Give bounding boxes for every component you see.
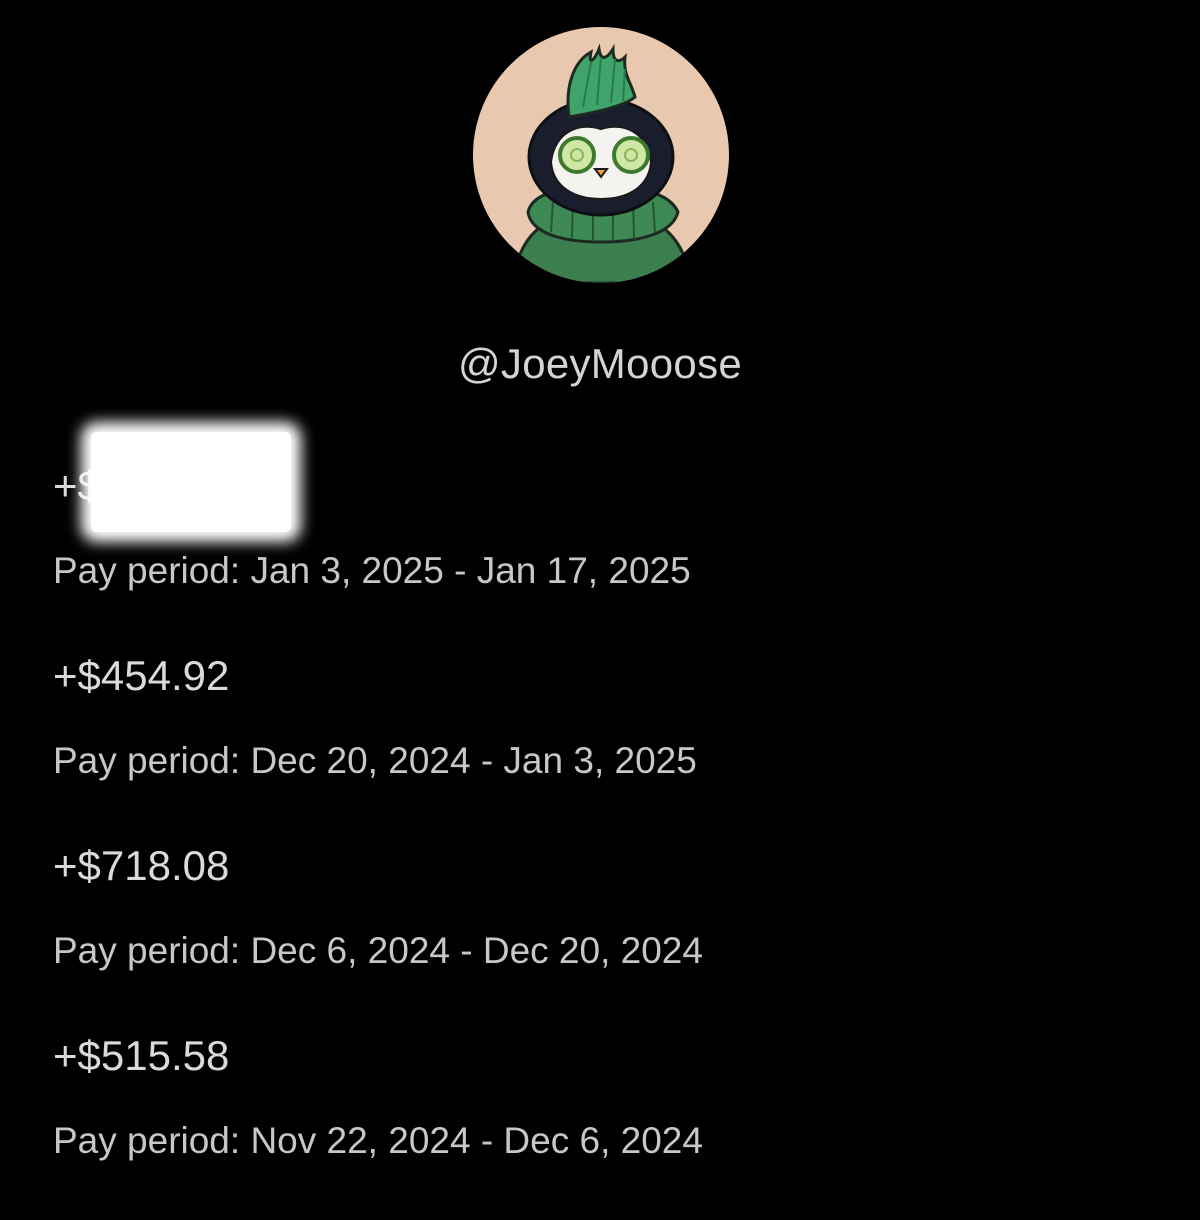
payout-period: Pay period: Jan 3, 2025 - Jan 17, 2025 — [53, 550, 691, 591]
profile-handle[interactable]: @JoeyMooose — [0, 338, 1200, 390]
payout-item[interactable]: +$454.92 Pay period: Dec 20, 2024 - Jan … — [53, 650, 1153, 840]
payout-amount: +$454.92 — [53, 652, 230, 699]
payout-period: Pay period: Nov 22, 2024 - Dec 6, 2024 — [53, 1120, 703, 1161]
payout-period: Pay period: Dec 20, 2024 - Jan 3, 2025 — [53, 740, 697, 781]
payout-list: +$ Pay period: Jan 3, 2025 - Jan 17, 202… — [53, 432, 1153, 1220]
payout-period: Pay period: Dec 6, 2024 - Dec 20, 2024 — [53, 930, 703, 971]
penguin-avatar-icon — [473, 27, 729, 283]
redaction-mark — [91, 432, 291, 532]
profile-avatar[interactable] — [473, 27, 729, 283]
payout-item[interactable]: +$ Pay period: Jan 3, 2025 - Jan 17, 202… — [53, 432, 1153, 650]
payout-amount: +$718.08 — [53, 842, 230, 889]
payout-amount: +$515.58 — [53, 1032, 230, 1079]
payout-item[interactable]: +$515.58 Pay period: Nov 22, 2024 - Dec … — [53, 1030, 1153, 1220]
payout-item[interactable]: +$718.08 Pay period: Dec 6, 2024 - Dec 2… — [53, 840, 1153, 1030]
